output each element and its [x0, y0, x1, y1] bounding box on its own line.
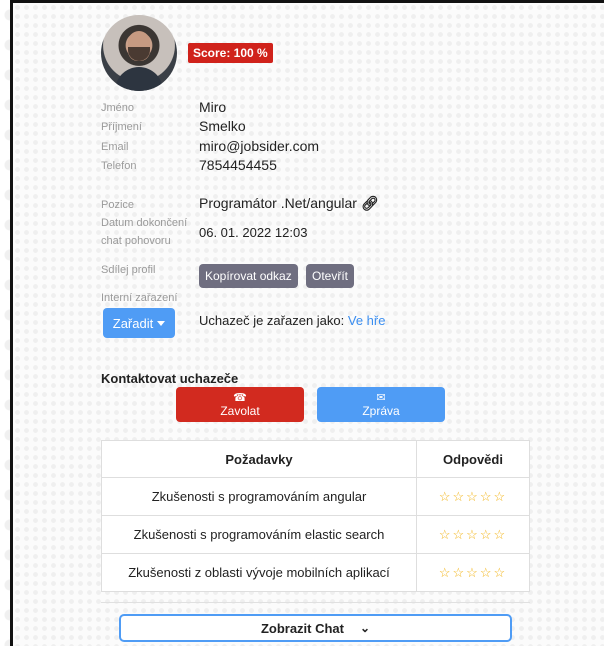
candidate-profile-panel: Score: 100 % Jméno Miro Příjmení Smelko …: [10, 0, 604, 646]
last-name-label: Příjmení: [101, 121, 142, 133]
email-label: Email: [101, 141, 129, 153]
call-button[interactable]: ☎ Zavolat: [176, 387, 304, 422]
avatar: [101, 15, 177, 91]
table-row: Zkušenosti s programováním angular ☆☆☆☆☆: [101, 477, 530, 516]
divider: [101, 602, 530, 603]
assignment-value-link[interactable]: Ve hře: [348, 313, 386, 328]
assignment-text: Uchazeč je zařazen jako:: [199, 313, 345, 328]
assignment-status: Uchazeč je zařazen jako: Ve hře: [199, 313, 385, 328]
first-name-label: Jméno: [101, 102, 135, 114]
last-name-value: Smelko: [199, 118, 246, 134]
share-profile-label: Sdílej profil: [101, 264, 156, 276]
background-pattern: [0, 0, 10, 646]
show-chat-button[interactable]: Zobrazit Chat ⌄: [119, 614, 512, 642]
star-rating: ☆☆☆☆☆: [416, 515, 530, 554]
answers-header: Odpovědi: [416, 440, 530, 478]
contact-title: Kontaktovat uchazeče: [101, 371, 239, 386]
assign-button-label: Zařadit: [112, 315, 154, 331]
position-value: Programátor .Net/angular 🔗︎: [199, 195, 379, 212]
message-button-label: Zpráva: [362, 403, 400, 418]
interview-date-value: 06. 01. 2022 12:03: [199, 225, 308, 240]
email-value: miro@jobsider.com: [199, 138, 320, 154]
table-row: Zkušenosti s programováním elastic searc…: [101, 515, 530, 554]
position-text: Programátor .Net/angular: [199, 195, 357, 211]
first-name-value: Miro: [199, 99, 227, 115]
show-chat-label: Zobrazit Chat: [260, 620, 344, 636]
requirements-header: Požadavky: [101, 440, 417, 478]
table-row: Zkušenosti z oblasti vývoje mobilních ap…: [101, 553, 530, 592]
assign-dropdown-button[interactable]: Zařadit: [103, 308, 175, 338]
requirement-text: Zkušenosti s programováním angular: [101, 477, 417, 516]
phone-value: 7854454455: [199, 157, 277, 173]
interview-date-label-1: Datum dokončení: [101, 217, 188, 229]
requirement-text: Zkušenosti z oblasti vývoje mobilních ap…: [101, 553, 417, 592]
internal-assignment-label: Interní zařazení: [101, 292, 178, 304]
link-icon[interactable]: 🔗︎: [361, 195, 379, 211]
phone-icon: ☎: [233, 391, 247, 404]
requirements-table: Požadavky Odpovědi Zkušenosti s programo…: [101, 440, 530, 592]
interview-date-label-2: chat pohovoru: [101, 235, 171, 247]
open-profile-button[interactable]: Otevřít: [306, 264, 355, 288]
phone-label: Telefon: [101, 160, 137, 172]
star-rating: ☆☆☆☆☆: [416, 553, 530, 592]
score-badge: Score: 100 %: [188, 43, 273, 63]
message-button[interactable]: ✉ Zpráva: [317, 387, 445, 422]
chevron-down-icon: ⌄: [360, 621, 371, 635]
star-rating: ☆☆☆☆☆: [416, 477, 530, 516]
copy-link-button[interactable]: Kopírovat odkaz: [199, 264, 298, 288]
call-button-label: Zavolat: [220, 403, 260, 418]
position-label: Pozice: [101, 199, 135, 211]
envelope-icon: ✉: [376, 391, 386, 404]
requirement-text: Zkušenosti s programováním elastic searc…: [101, 515, 417, 554]
caret-down-icon: [157, 320, 166, 326]
